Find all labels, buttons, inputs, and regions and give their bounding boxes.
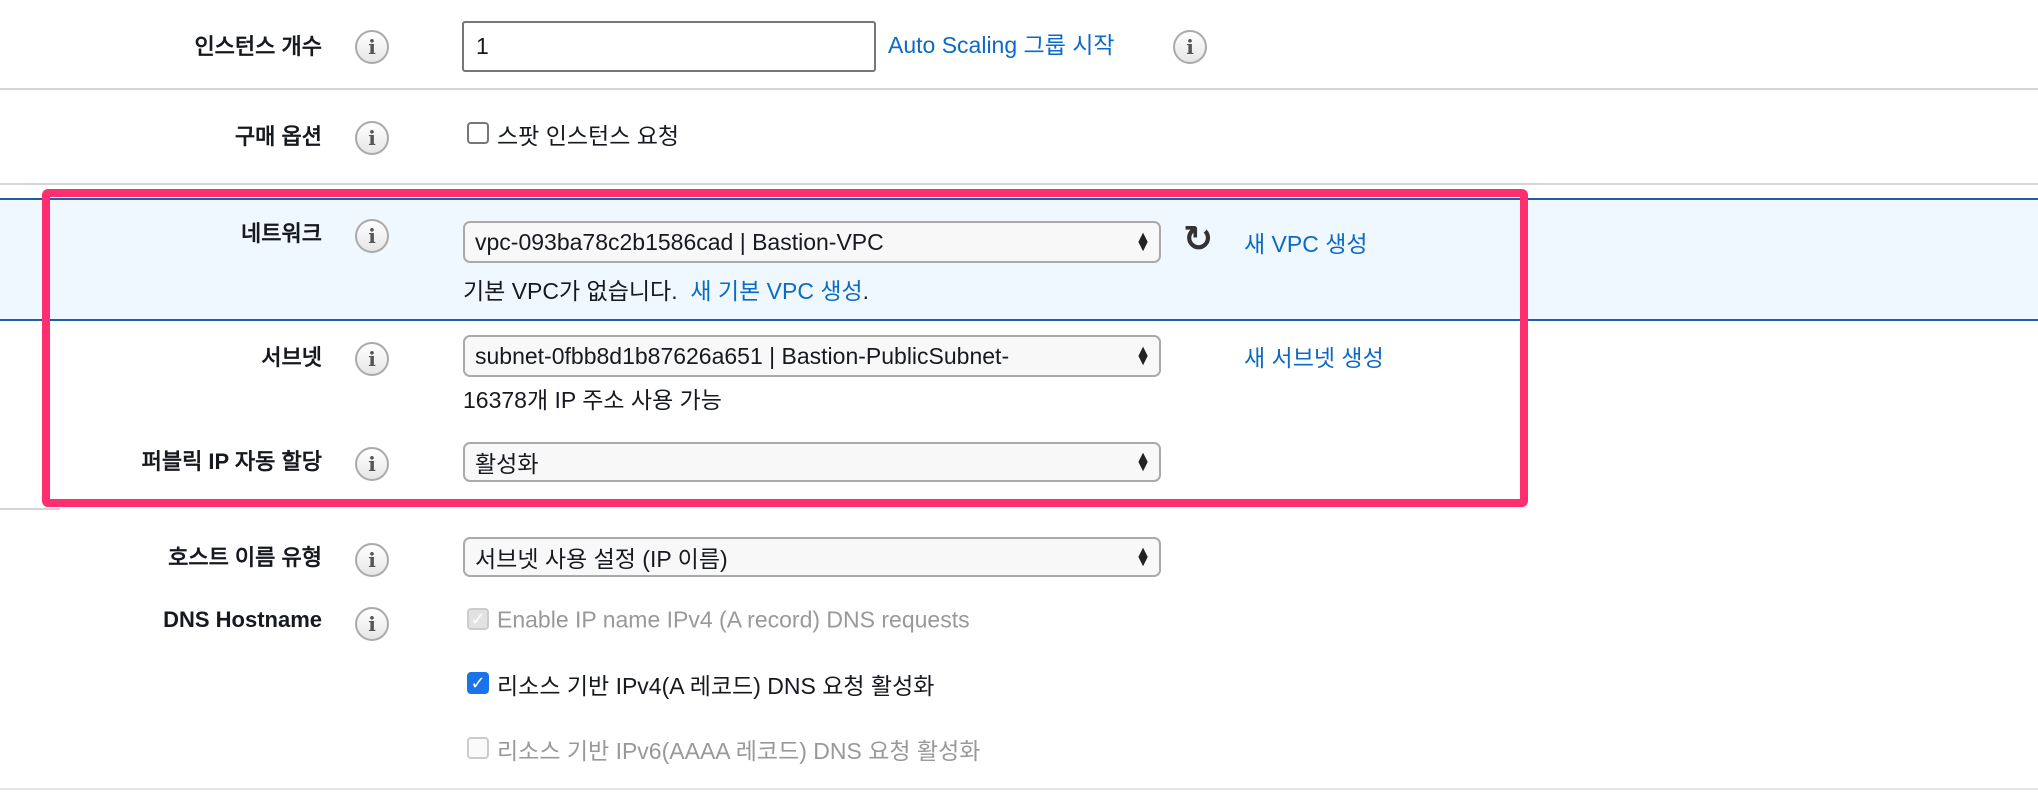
spot-instance-label: 스팟 인스턴스 요청	[497, 123, 680, 149]
resource-ipv6-label: 리소스 기반 IPv6(AAAA 레코드) DNS 요청 활성화	[497, 738, 981, 764]
resource-ipv4-label: 리소스 기반 IPv4(A 레코드) DNS 요청 활성화	[497, 673, 935, 699]
ipv4-ip-name-checkbox: ✓	[467, 608, 489, 630]
divider	[0, 88, 2038, 90]
info-icon[interactable]: i	[355, 121, 389, 155]
instance-count-label: 인스턴스 개수	[194, 34, 322, 59]
resource-ipv6-checkbox	[467, 737, 489, 759]
divider	[0, 183, 2038, 185]
hostname-type-label: 호스트 이름 유형	[168, 545, 322, 570]
hostname-type-select[interactable]: 서브넷 사용 설정 (IP 이름) ▲ ▼	[463, 537, 1161, 577]
divider	[0, 788, 2038, 790]
dns-hostname-label: DNS Hostname	[163, 607, 322, 632]
highlight-box	[42, 189, 1528, 507]
info-icon[interactable]: i	[355, 607, 389, 641]
info-icon[interactable]: i	[355, 30, 389, 64]
divider	[0, 508, 60, 510]
spot-instance-checkbox[interactable]	[467, 122, 489, 144]
info-icon[interactable]: i	[355, 543, 389, 577]
instance-count-input[interactable]: 1	[462, 21, 876, 72]
auto-scaling-link[interactable]: Auto Scaling 그룹 시작	[888, 26, 1115, 60]
info-icon[interactable]: i	[1173, 30, 1207, 64]
purchase-option-label: 구매 옵션	[234, 124, 322, 149]
ipv4-ip-name-label: Enable IP name IPv4 (A record) DNS reque…	[497, 606, 970, 633]
select-arrows-icon: ▲ ▼	[1135, 544, 1151, 570]
hostname-type-select-value: 서브넷 사용 설정 (IP 이름)	[475, 546, 728, 572]
resource-ipv4-checkbox[interactable]: ✓	[467, 672, 489, 694]
